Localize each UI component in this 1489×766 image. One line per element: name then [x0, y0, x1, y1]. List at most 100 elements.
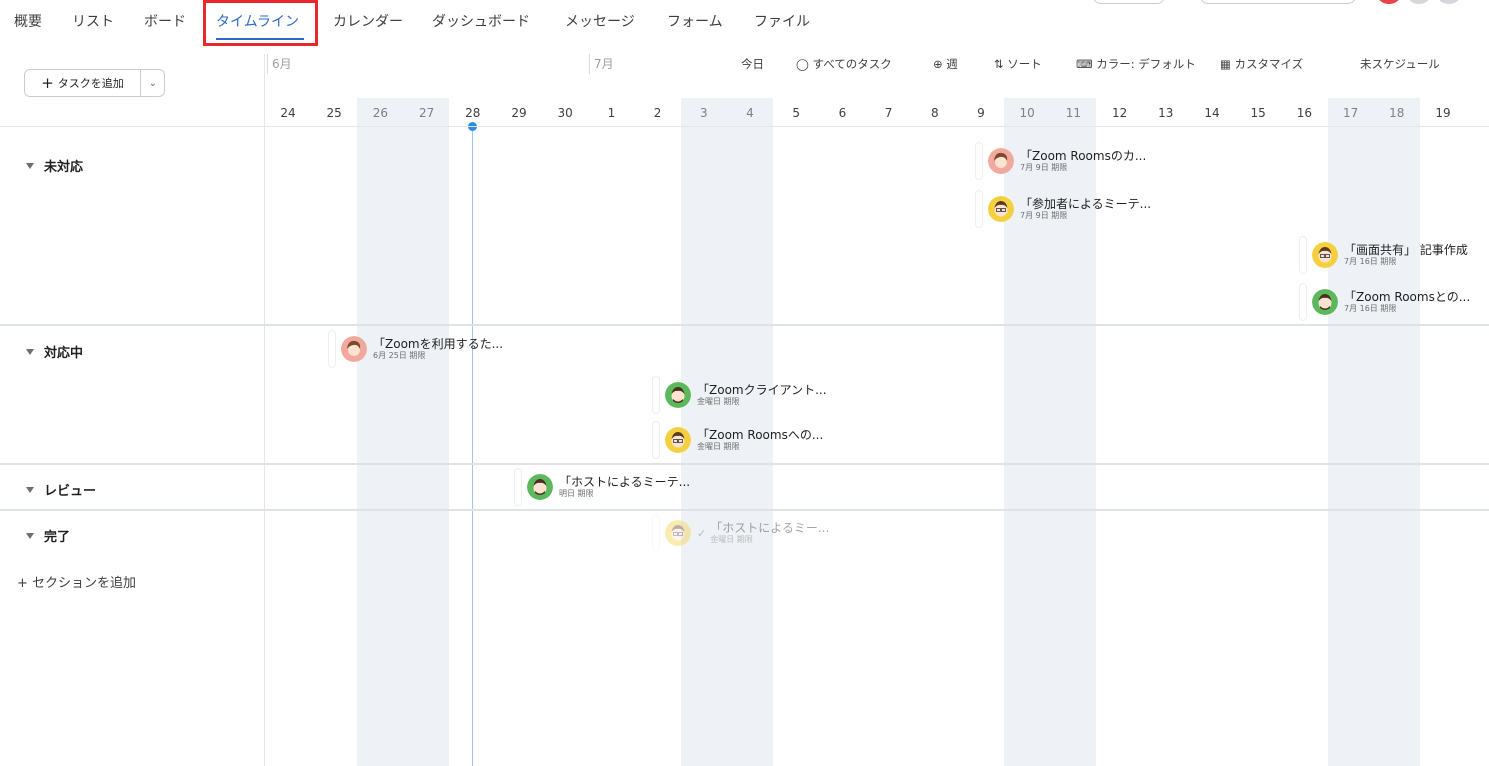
day-label: 27 [418, 106, 435, 120]
task-bar[interactable]: 「参加者によるミーテ... 7月 9日 期限 [976, 191, 1151, 227]
sort-button[interactable]: ⇅ ソート [994, 54, 1042, 74]
all-tasks-filter[interactable]: ◯ すべてのタスク [796, 54, 892, 74]
tab-dashboard[interactable]: ダッシュボード [432, 11, 530, 31]
task-drag-handle[interactable] [515, 469, 521, 505]
customize-button[interactable]: ▦ カスタマイズ [1220, 54, 1303, 74]
day-label: 29 [511, 106, 527, 120]
today-button[interactable]: 今日 [741, 54, 764, 74]
today-line [472, 126, 473, 766]
day-label: 15 [1250, 106, 1266, 120]
day-label: 1 [607, 106, 616, 120]
color-button[interactable]: ⌨ カラー: デフォルト [1076, 54, 1196, 74]
sort-icon: ⇅ [994, 57, 1008, 71]
task-title: 「Zoom Roomsへの... [697, 427, 824, 442]
task-bar[interactable]: 「Zoom Roomsとの... 7月 16日 期限 [1300, 284, 1470, 320]
zoom-week-label: 週 [946, 57, 958, 71]
task-drag-handle[interactable] [976, 191, 982, 227]
section-title: 完了 [44, 530, 71, 545]
weekend-column [1328, 98, 1420, 766]
paint-icon: ⌨ [1076, 57, 1097, 71]
task-title: 「Zoom Roomsとの... [1344, 289, 1471, 304]
tab-list[interactable]: リスト [72, 11, 114, 31]
tab-messages[interactable]: メッセージ [565, 11, 635, 31]
add-section-button[interactable]: + セクションを追加 [17, 572, 136, 591]
task-title: 「Zoomクライアント... [697, 382, 827, 397]
task-drag-handle[interactable] [653, 377, 659, 413]
task-bar[interactable]: 「Zoomクライアント... 金曜日 期限 [653, 377, 827, 413]
task-due-date: 金曜日 期限 [697, 397, 740, 407]
check-icon: ✓ [697, 526, 707, 540]
chevron-down-icon[interactable]: ⌄ [141, 70, 165, 96]
tab-files[interactable]: ファイル [754, 11, 810, 31]
woman-avatar [988, 148, 1014, 174]
day-label: 12 [1111, 106, 1128, 120]
day-label: 8 [930, 106, 939, 120]
day-label: 7 [884, 106, 893, 120]
check-circle-icon: ◯ [796, 57, 813, 71]
annotation-highlight-box [203, 0, 318, 46]
zoom-week-button[interactable]: ⊕ 週 [933, 54, 958, 74]
timeline-grid: 6月 7月 今日 ◯ すべてのタスク ⊕ 週 ⇅ ソート ⌨ カラー: デフォル… [265, 44, 1489, 766]
section-title: 対応中 [44, 346, 84, 361]
man-green-avatar [1312, 289, 1338, 315]
section-divider [0, 509, 1489, 511]
day-label: 16 [1296, 106, 1313, 120]
tab-forms[interactable]: フォーム [667, 11, 723, 31]
top-partial-avatar[interactable] [1378, 0, 1400, 4]
collapse-triangle-icon[interactable] [26, 532, 34, 539]
section-header-todo[interactable]: 未対応 [26, 156, 83, 175]
day-label: 19 [1435, 106, 1451, 120]
collapse-triangle-icon[interactable] [26, 348, 34, 355]
section-panel: + タスクを追加 ⌄ [0, 44, 265, 766]
unscheduled-button[interactable]: 未スケジュール [1360, 54, 1440, 74]
add-task-button[interactable]: + タスクを追加 [25, 70, 141, 96]
task-bar-completed[interactable]: ✓ 「ホストによるミー... 金曜日 期限 [653, 515, 829, 551]
man-green-avatar [665, 382, 691, 408]
task-bar[interactable]: 「ホストによるミーテ... 明日 期限 [515, 469, 690, 505]
section-header-review[interactable]: レビュー [26, 480, 96, 499]
tab-overview[interactable]: 概要 [14, 11, 42, 31]
task-drag-handle[interactable] [329, 331, 335, 367]
task-drag-handle[interactable] [1300, 284, 1306, 320]
task-due-date: 7月 9日 期限 [1020, 211, 1068, 221]
day-label: 3 [699, 106, 708, 120]
collapse-triangle-icon[interactable] [26, 162, 34, 169]
zoom-icon: ⊕ [933, 57, 947, 71]
day-label: 5 [792, 106, 800, 120]
task-due-date: 明日 期限 [559, 489, 594, 499]
top-search-field[interactable] [1200, 0, 1356, 4]
collapse-triangle-icon[interactable] [26, 486, 34, 493]
top-partial-icon-2[interactable] [1438, 0, 1460, 4]
task-bar[interactable]: 「Zoom Roomsのカ... 7月 9日 期限 [976, 143, 1146, 179]
day-label: 2 [653, 106, 662, 120]
add-task-label: タスクを追加 [57, 77, 124, 90]
section-header-done[interactable]: 完了 [26, 526, 70, 545]
day-label: 9 [977, 106, 985, 120]
task-bar[interactable]: 「Zoom Roomsへの... 金曜日 期限 [653, 422, 823, 458]
task-title: 「画面共有」 記事作成 [1344, 242, 1468, 257]
task-drag-handle[interactable] [653, 515, 659, 551]
man-yellow-avatar [1312, 242, 1338, 268]
top-partial-button[interactable] [1093, 0, 1165, 4]
man-green-avatar [527, 474, 553, 500]
section-title: 未対応 [44, 160, 84, 175]
section-header-in-progress[interactable]: 対応中 [26, 342, 83, 361]
grid-icon: ▦ [1220, 57, 1235, 71]
task-bar[interactable]: 「Zoomを利用するた... 6月 25日 期限 [329, 331, 503, 367]
project-tab-bar: 概要 リスト ボード タイムライン カレンダー ダッシュボード メッセージ フォ… [0, 0, 1489, 46]
day-label: 11 [1065, 106, 1082, 120]
task-drag-handle[interactable] [1300, 237, 1306, 273]
task-drag-handle[interactable] [653, 422, 659, 458]
day-label: 18 [1389, 106, 1405, 120]
section-divider [0, 463, 1489, 465]
tab-calendar[interactable]: カレンダー [333, 11, 403, 31]
month-label: 7月 [589, 54, 614, 74]
customize-label: カスタマイズ [1234, 57, 1304, 71]
day-label: 25 [326, 106, 342, 120]
tab-board[interactable]: ボード [144, 11, 186, 31]
task-drag-handle[interactable] [976, 143, 982, 179]
month-label: 6月 [267, 54, 292, 74]
top-partial-icon[interactable] [1408, 0, 1430, 4]
task-bar[interactable]: 「画面共有」 記事作成 7月 16日 期限 [1300, 237, 1468, 273]
all-tasks-label: すべてのタスク [812, 57, 892, 71]
